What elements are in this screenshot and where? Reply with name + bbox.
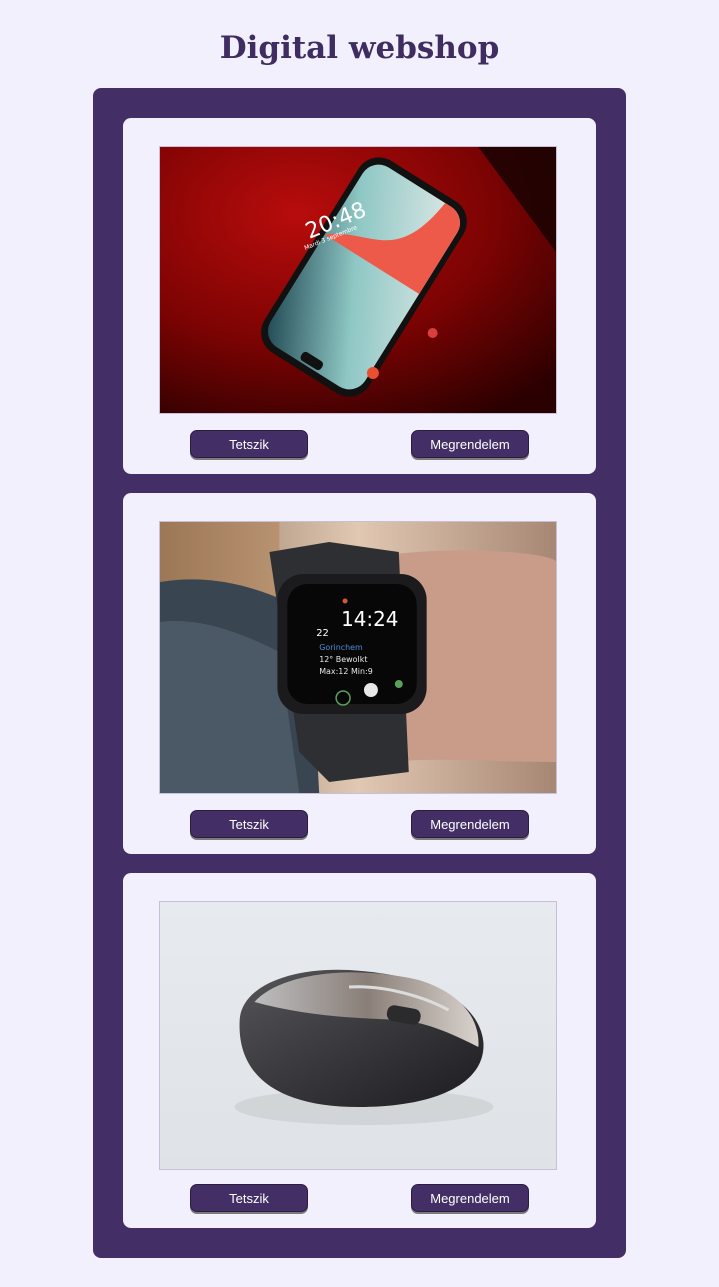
- watch-time-text: 14:24: [341, 607, 398, 631]
- order-button[interactable]: Megrendelem: [411, 810, 529, 838]
- mouse-photo: [160, 902, 556, 1169]
- watch-photo: 22 14:24 Gorinchem 12° Bewolkt Max:12 Mi…: [160, 522, 556, 793]
- product-card-phone: 20:48 Mardi 3 septembre Tetszik Megrende…: [123, 118, 596, 474]
- order-button[interactable]: Megrendelem: [411, 1184, 529, 1212]
- product-card-watch: 22 14:24 Gorinchem 12° Bewolkt Max:12 Mi…: [123, 493, 596, 854]
- watch-date-text: 22: [316, 628, 329, 639]
- watch-minmax-text: Max:12 Min:9: [319, 667, 373, 676]
- product-card-mouse: Tetszik Megrendelem: [123, 873, 596, 1228]
- page-title: Digital webshop: [219, 30, 500, 66]
- product-list: 20:48 Mardi 3 septembre Tetszik Megrende…: [93, 88, 626, 1258]
- order-button[interactable]: Megrendelem: [411, 430, 529, 458]
- like-button[interactable]: Tetszik: [190, 1184, 308, 1212]
- watch-weather-text: 12° Bewolkt: [319, 655, 367, 664]
- watch-city-text: Gorinchem: [319, 643, 363, 652]
- phone-photo: 20:48 Mardi 3 septembre: [160, 147, 556, 413]
- like-button[interactable]: Tetszik: [190, 810, 308, 838]
- like-button[interactable]: Tetszik: [190, 430, 308, 458]
- product-image-phone: 20:48 Mardi 3 septembre: [159, 146, 557, 414]
- page: Digital webshop 20:48 Mardi 3 septembre …: [0, 0, 719, 1287]
- product-image-watch: 22 14:24 Gorinchem 12° Bewolkt Max:12 Mi…: [159, 521, 557, 794]
- product-image-mouse: [159, 901, 557, 1170]
